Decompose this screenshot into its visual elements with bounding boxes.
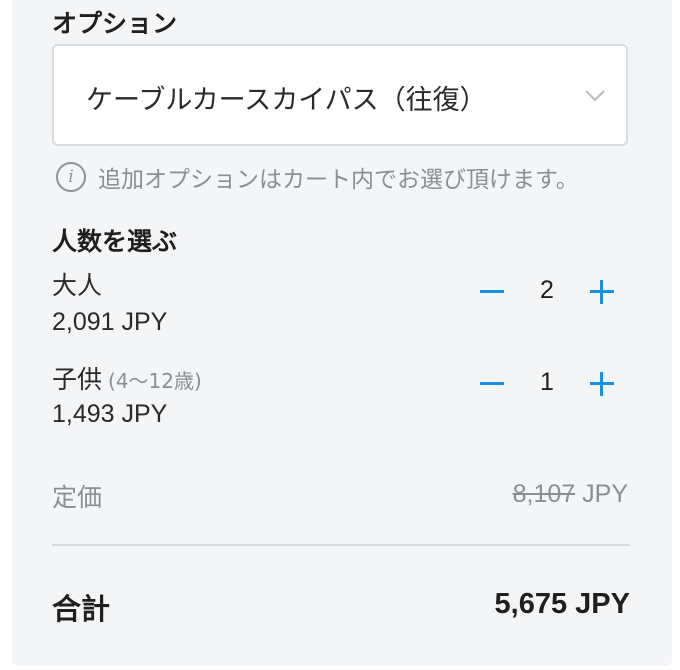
increase-adult-button[interactable] [584, 272, 620, 312]
total-value: 5,675 JPY [494, 588, 630, 620]
ticket-name-label: 大人 [52, 271, 103, 300]
ticket-sub-label: (4〜12歳) [108, 369, 202, 393]
adult-quantity-stepper[interactable]: 2 [474, 272, 620, 312]
option-info-note: i 追加オプションはカート内でお選び頂けます。 [56, 160, 579, 194]
list-price-label: 定価 [52, 483, 103, 512]
total-label: 合計 [52, 592, 111, 626]
child-count: 1 [540, 368, 554, 396]
info-icon: i [56, 162, 86, 192]
ticket-name-label: 子供 [52, 365, 103, 394]
list-price-currency: JPY [582, 480, 628, 508]
chevron-down-icon [585, 90, 605, 102]
option-select[interactable]: ケーブルカースカイパス（往復） [52, 44, 628, 146]
decrease-child-button[interactable] [474, 364, 510, 404]
decrease-adult-button[interactable] [474, 272, 510, 312]
ticket-name-child: 子供 (4〜12歳) [52, 360, 202, 396]
ticket-price-adult: 2,091 JPY [52, 308, 168, 336]
child-quantity-stepper[interactable]: 1 [474, 364, 620, 404]
list-price-value: 8,107 JPY [513, 480, 628, 509]
adult-count: 2 [540, 276, 554, 304]
list-price-amount: 8,107 [512, 480, 576, 508]
option-info-text: 追加オプションはカート内でお選び頂けます。 [98, 167, 579, 193]
ticket-name-adult: 大人 [52, 266, 108, 302]
divider [52, 544, 630, 546]
ticket-price-child: 1,493 JPY [52, 400, 168, 428]
increase-child-button[interactable] [584, 364, 620, 404]
option-select-value: ケーブルカースカイパス（往復） [86, 85, 487, 116]
options-title: オプション [52, 9, 178, 38]
people-title: 人数を選ぶ [52, 227, 178, 256]
